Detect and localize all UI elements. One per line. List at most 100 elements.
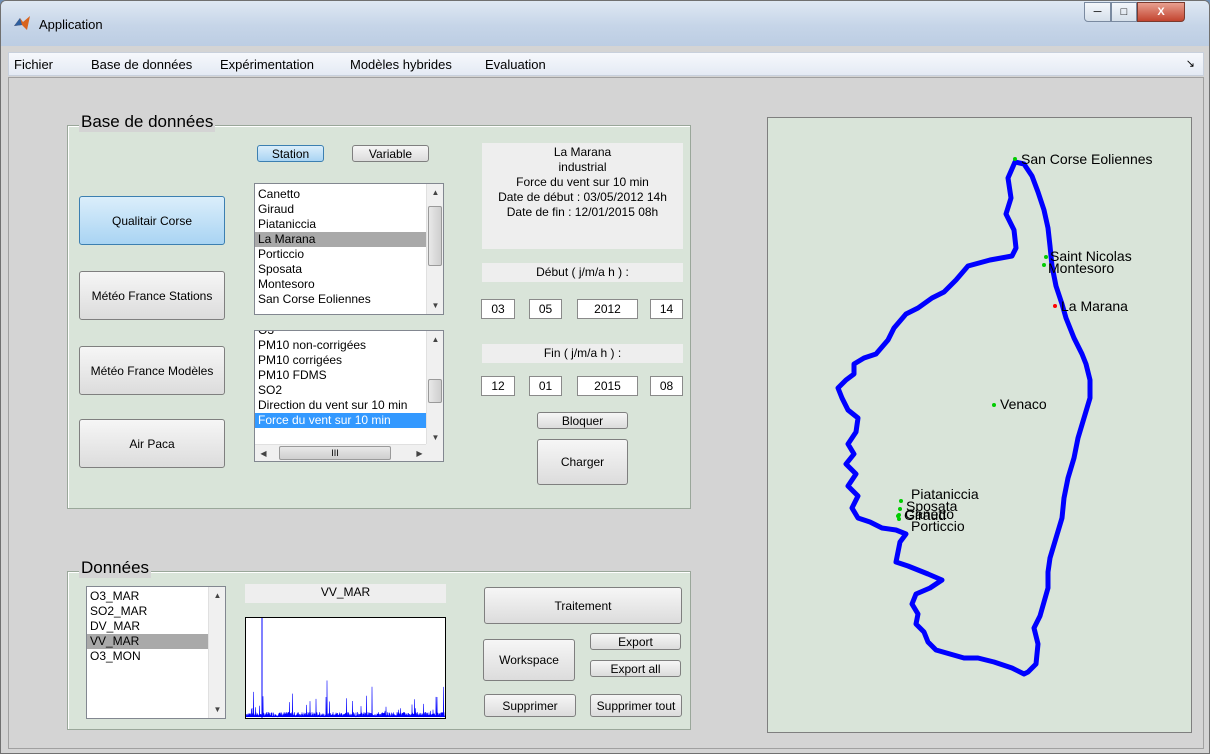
client-area: Base de données Qualitair Corse Météo Fr… — [8, 77, 1204, 749]
time-series-plot-svg — [245, 618, 446, 718]
list-item-selected[interactable]: VV_MAR — [87, 634, 208, 649]
start-year-field[interactable]: 2012 — [577, 299, 638, 319]
list-item[interactable]: Canetto — [255, 187, 443, 202]
start-day-field[interactable]: 03 — [481, 299, 515, 319]
corsica-map: San Corse EoliennesSaint NicolasMontesor… — [835, 151, 1153, 677]
start-month-field[interactable]: 05 — [529, 299, 562, 319]
menu-bar: Fichier Base de données Expérimentation … — [8, 52, 1204, 76]
station-scrollbar[interactable]: ▲ ▼ — [426, 184, 443, 314]
info-type: industrial — [558, 160, 607, 174]
station-label: San Corse Eoliennes — [1021, 151, 1153, 167]
start-hour-field[interactable]: 14 — [650, 299, 683, 319]
station-listbox[interactable]: Canetto Giraud Piataniccia La Marana Por… — [254, 183, 444, 315]
list-item[interactable]: Direction du vent sur 10 min — [255, 398, 443, 413]
corsica-coastline — [835, 159, 1093, 677]
export-button[interactable]: Export — [590, 633, 681, 650]
workspace-button[interactable]: Workspace — [483, 639, 575, 681]
delete-all-button[interactable]: Supprimer tout — [590, 694, 682, 717]
station-marker — [899, 499, 903, 503]
list-item[interactable]: Sposata — [255, 262, 443, 277]
scroll-down-arrow-icon[interactable]: ▼ — [427, 297, 443, 314]
variable-hscrollbar[interactable]: ◀ III ▶ — [255, 444, 428, 461]
list-item[interactable]: O3_MAR — [87, 589, 225, 604]
series-line — [245, 680, 446, 718]
station-marker — [1044, 255, 1048, 259]
station-label: Montesoro — [1048, 260, 1114, 276]
scroll-left-arrow-icon[interactable]: ◀ — [255, 445, 272, 461]
process-button[interactable]: Traitement — [484, 587, 682, 624]
list-item[interactable]: Porticcio — [255, 247, 443, 262]
list-item[interactable]: PM10 corrigées — [255, 353, 443, 368]
window-title: Application — [39, 17, 103, 32]
station-marker — [898, 507, 902, 511]
station-marker — [1013, 157, 1017, 161]
title-bar: Application ─ □ X — [1, 1, 1209, 46]
export-all-button[interactable]: Export all — [590, 660, 681, 677]
info-station: La Marana — [553, 145, 612, 159]
list-item-selected[interactable]: La Marana — [255, 232, 426, 247]
station-info-box: La Marana industrial Force du vent sur 1… — [482, 143, 683, 249]
station-label: La Marana — [1061, 298, 1128, 314]
load-button[interactable]: Charger — [537, 439, 628, 485]
variable-listbox[interactable]: O3 PM10 non-corrigées PM10 corrigées PM1… — [254, 330, 444, 462]
list-item[interactable]: San Corse Eoliennes — [255, 292, 443, 307]
info-end-date: Date de fin : 12/01/2015 08h — [506, 205, 659, 219]
scroll-thumb[interactable]: III — [279, 446, 391, 460]
list-item[interactable]: PM10 FDMS — [255, 368, 443, 383]
menu-base-de-donnees[interactable]: Base de données — [91, 57, 192, 72]
scroll-up-arrow-icon[interactable]: ▲ — [427, 184, 443, 201]
start-label: Début ( j/m/a h ) : — [482, 263, 683, 282]
database-panel-title: Base de données — [79, 112, 216, 132]
end-label: Fin ( j/m/a h ) : — [482, 344, 683, 363]
maximize-button[interactable]: □ — [1111, 2, 1137, 22]
menu-modeles-hybrides[interactable]: Modèles hybrides — [350, 57, 452, 72]
menu-fichier[interactable]: Fichier — [14, 57, 53, 72]
scroll-up-arrow-icon[interactable]: ▲ — [209, 587, 225, 604]
station-toggle-button[interactable]: Station — [257, 145, 324, 162]
lock-button[interactable]: Bloquer — [537, 412, 628, 429]
scroll-up-arrow-icon[interactable]: ▲ — [427, 331, 443, 348]
info-variable: Force du vent sur 10 min — [516, 175, 649, 189]
list-item[interactable]: PM10 non-corrigées — [255, 338, 443, 353]
menu-overflow-arrow-icon[interactable]: ↘ — [1186, 57, 1195, 70]
source-qualitair-corse-button[interactable]: Qualitair Corse — [79, 196, 225, 245]
scroll-down-arrow-icon[interactable]: ▼ — [209, 701, 225, 718]
close-button[interactable]: X — [1137, 2, 1185, 22]
list-item[interactable]: Piataniccia — [255, 217, 443, 232]
matlab-logo-icon — [14, 16, 30, 30]
dataset-scrollbar[interactable]: ▲ ▼ — [208, 587, 225, 718]
menu-experimentation[interactable]: Expérimentation — [220, 57, 314, 72]
time-series-plot — [245, 617, 446, 719]
list-item-selected[interactable]: Force du vent sur 10 min — [255, 413, 426, 428]
minimize-button[interactable]: ─ — [1084, 2, 1111, 22]
variable-toggle-button[interactable]: Variable — [352, 145, 429, 162]
list-item[interactable]: SO2_MAR — [87, 604, 225, 619]
source-meteo-france-modeles-button[interactable]: Météo France Modèles — [79, 346, 225, 395]
delete-button[interactable]: Supprimer — [484, 694, 576, 717]
list-item[interactable]: O3 — [255, 331, 443, 338]
station-label: Porticcio — [911, 518, 965, 534]
list-item[interactable]: DV_MAR — [87, 619, 225, 634]
list-item[interactable]: SO2 — [255, 383, 443, 398]
end-hour-field[interactable]: 08 — [650, 376, 683, 396]
station-marker — [992, 403, 996, 407]
corsica-map-panel: San Corse Eoliennes Saint Nicolas Montesor… — [767, 117, 1192, 733]
station-marker — [1042, 263, 1046, 267]
plot-title: VV_MAR — [245, 584, 446, 603]
menu-evaluation[interactable]: Evaluation — [485, 57, 546, 72]
end-month-field[interactable]: 01 — [529, 376, 562, 396]
source-meteo-france-stations-button[interactable]: Météo France Stations — [79, 271, 225, 320]
source-air-paca-button[interactable]: Air Paca — [79, 419, 225, 468]
list-item[interactable]: O3_MON — [87, 649, 225, 664]
station-label: Venaco — [1000, 396, 1047, 412]
list-item[interactable]: Montesoro — [255, 277, 443, 292]
data-panel-title: Données — [79, 558, 152, 578]
end-year-field[interactable]: 2015 — [577, 376, 638, 396]
variable-vscrollbar[interactable]: ▲ ▼ — [426, 331, 443, 446]
scroll-thumb[interactable] — [428, 206, 442, 266]
scroll-thumb[interactable] — [428, 379, 442, 403]
list-item[interactable]: Giraud — [255, 202, 443, 217]
station-marker — [897, 517, 901, 521]
dataset-listbox[interactable]: O3_MAR SO2_MAR DV_MAR VV_MAR O3_MON ▲ ▼ — [86, 586, 226, 719]
end-day-field[interactable]: 12 — [481, 376, 515, 396]
